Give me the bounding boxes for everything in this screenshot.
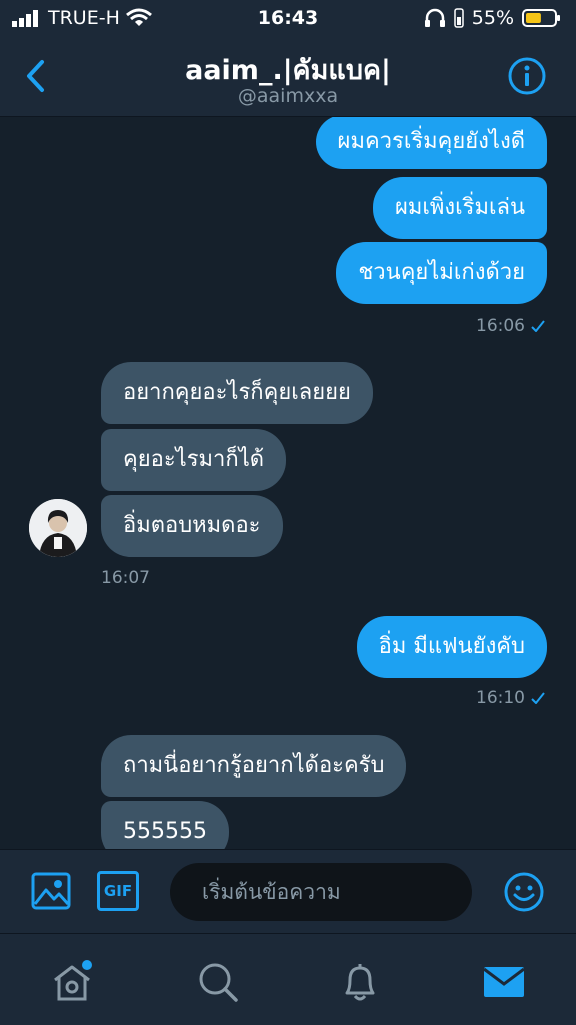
message-timestamp: 16:10: [476, 688, 545, 708]
battery-percent: 55%: [471, 7, 514, 29]
notification-dot: [82, 960, 92, 970]
message-bubble-incoming[interactable]: คุยอะไรมาก็ได้: [101, 429, 287, 491]
mail-icon: [483, 967, 525, 997]
battery-icon: [522, 9, 560, 27]
status-right: 55%: [424, 7, 562, 29]
checkmark-icon: [531, 320, 545, 332]
status-bar: TRUE-H 16:43 55%: [0, 0, 576, 36]
tab-messages[interactable]: [482, 960, 526, 1004]
message-composer: GIF: [0, 849, 576, 934]
timestamp-text: 16:06: [476, 316, 525, 336]
message-bubble-outgoing[interactable]: ผมควรเริ่มคุยยังไงดี: [315, 117, 547, 169]
emoji-button[interactable]: [503, 871, 545, 913]
message-bubble-outgoing[interactable]: ชวนคุยไม่เก่งด้วย: [336, 242, 547, 304]
tab-bar: [0, 933, 576, 1025]
message-timestamp: 16:07: [101, 568, 150, 588]
tab-notifications[interactable]: [338, 960, 382, 1004]
headphones-icon: [424, 8, 445, 27]
tab-home[interactable]: [50, 960, 94, 1004]
timestamp-text: 16:10: [476, 688, 525, 708]
gif-button[interactable]: GIF: [97, 871, 139, 911]
message-input[interactable]: [170, 863, 472, 921]
tab-search[interactable]: [196, 960, 240, 1004]
conversation-header: aaim_.|คัมแบค| @aaimxxa: [0, 36, 576, 117]
avatar[interactable]: [29, 499, 87, 557]
message-bubble-outgoing[interactable]: อิ่ม มีแฟนยังคับ: [356, 616, 547, 678]
conversation-handle[interactable]: @aaimxxa: [0, 85, 576, 107]
message-bubble-incoming[interactable]: อิ่มตอบหมดอะ: [101, 495, 283, 557]
message-timestamp: 16:06: [476, 316, 545, 336]
message-bubble-outgoing[interactable]: ผมเพิ่งเริ่มเล่น: [372, 177, 547, 239]
message-list[interactable]: ผมควรเริ่มคุยยังไงดี ผมเพิ่งเริ่มเล่น ชว…: [0, 117, 576, 849]
home-icon: [54, 965, 90, 1001]
message-bubble-incoming[interactable]: 555555: [101, 801, 229, 849]
info-button[interactable]: [508, 57, 546, 95]
checkmark-icon: [531, 692, 545, 704]
search-icon: [199, 963, 238, 1002]
image-icon: [31, 872, 71, 910]
emoji-icon: [504, 872, 544, 912]
message-bubble-incoming[interactable]: ถามนี่อยากรู้อยากได้อะครับ: [101, 735, 407, 797]
charging-indicator-icon: [454, 8, 464, 28]
bell-icon: [345, 964, 375, 1001]
add-image-button[interactable]: [31, 871, 71, 911]
message-bubble-incoming[interactable]: อยากคุยอะไรก็คุยเลยยย: [101, 362, 373, 424]
avatar-photo: [29, 499, 87, 557]
info-icon: [508, 57, 546, 95]
